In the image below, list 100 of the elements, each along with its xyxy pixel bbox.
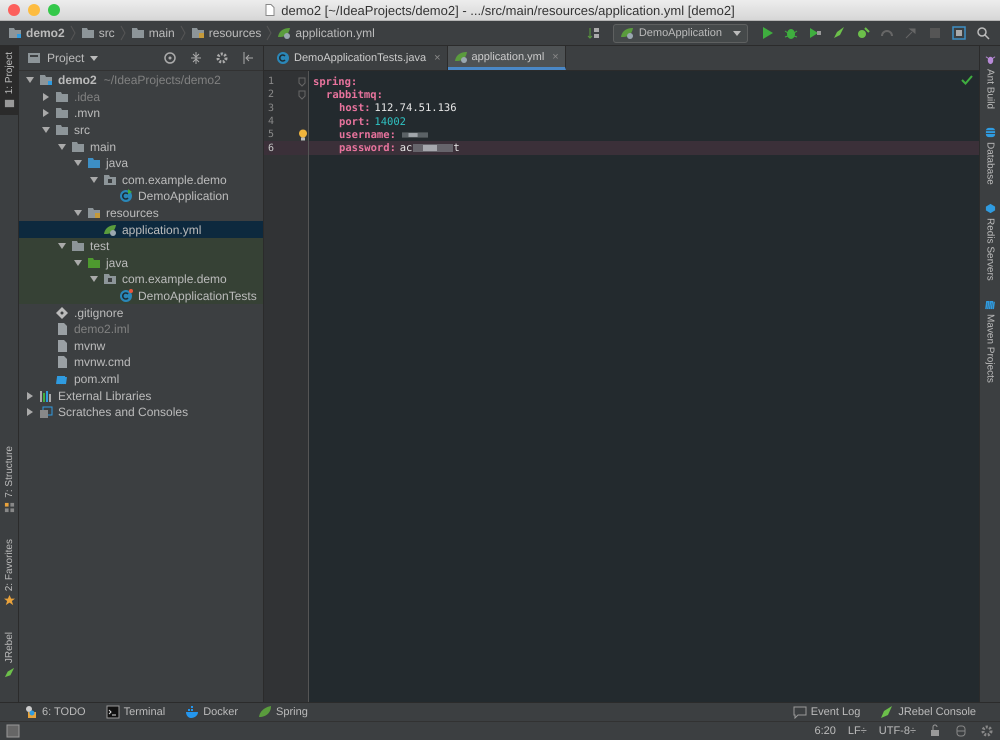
run-icon[interactable]: [760, 26, 774, 40]
speech-bubble-icon: [792, 705, 807, 719]
tree-item[interactable]: .gitignore: [19, 304, 263, 321]
folder-icon: [87, 256, 101, 270]
tree-item[interactable]: com.example.demo: [19, 172, 263, 188]
tree-item[interactable]: resources: [19, 204, 263, 222]
tree-item[interactable]: demo2 ~/IdeaProjects/demo2: [19, 72, 263, 89]
tree-item[interactable]: main: [19, 138, 263, 155]
tree-item[interactable]: test: [19, 238, 263, 255]
target-icon[interactable]: [163, 51, 177, 65]
close-tab-button[interactable]: ×: [434, 52, 441, 64]
expand-arrow-icon[interactable]: [25, 407, 35, 418]
tree-item[interactable]: Scratches and Consoles: [19, 404, 263, 420]
tool-window-tab[interactable]: Database: [984, 127, 996, 185]
tool-window-tab[interactable]: 7: Structure: [0, 440, 18, 519]
code-line: rabbitmq:: [326, 88, 383, 101]
cube-icon: [984, 202, 996, 214]
tree-item[interactable]: mvnw.cmd: [19, 354, 263, 371]
settings-icon[interactable]: [215, 51, 229, 65]
tool-window-button[interactable]: Event Log: [792, 705, 860, 719]
chevron-icon: [180, 25, 186, 41]
lock-icon[interactable]: [928, 724, 942, 738]
expand-arrow-icon[interactable]: [41, 125, 51, 136]
code-line: spring:: [313, 76, 358, 88]
git-icon: [55, 306, 69, 320]
tree-item[interactable]: src: [19, 122, 263, 138]
coverage-icon[interactable]: [808, 26, 822, 40]
bug-icon[interactable]: [784, 26, 798, 40]
editor-tab[interactable]: DemoApplicationTests.java ×: [270, 46, 448, 70]
leaf-gear-icon: [454, 50, 468, 64]
project-structure-icon[interactable]: [952, 26, 966, 40]
code-line: port: 14002: [339, 116, 406, 128]
tree-item[interactable]: .mvn: [19, 105, 263, 122]
tool-window-button[interactable]: Docker: [185, 705, 238, 719]
close-button[interactable]: [8, 4, 20, 16]
line-number: 3: [268, 102, 274, 114]
inspector-icon[interactable]: [954, 724, 968, 738]
caret-position[interactable]: 6:20: [814, 725, 836, 737]
bug-icon[interactable]: [856, 26, 870, 40]
expand-arrow-icon[interactable]: [41, 108, 51, 118]
folder-icon: [55, 90, 69, 104]
tree-item[interactable]: pom.xml: [19, 370, 263, 388]
class-icon: [119, 189, 133, 204]
line-separator[interactable]: LF÷: [848, 725, 867, 737]
line-number: 2: [268, 89, 274, 100]
tool-windows-icon[interactable]: [6, 724, 20, 738]
editor-tab[interactable]: application.yml ×: [448, 46, 566, 70]
expand-arrow-icon[interactable]: [73, 158, 83, 168]
tool-window-button[interactable]: 6: TODO: [24, 705, 86, 719]
breadcrumb[interactable]: demo2: [8, 26, 65, 40]
file-encoding[interactable]: UTF-8÷: [878, 725, 916, 737]
breadcrumb[interactable]: application.yml: [277, 26, 375, 40]
line-number: 4: [268, 116, 274, 128]
breadcrumb[interactable]: resources: [190, 26, 262, 40]
expand-arrow-icon[interactable]: [41, 92, 51, 102]
expand-arrow-icon[interactable]: [73, 258, 83, 268]
class-icon: [276, 51, 290, 65]
tool-window-tab[interactable]: Maven Projects: [984, 298, 996, 383]
expand-arrow-icon[interactable]: [25, 75, 35, 86]
tree-item[interactable]: com.example.demo: [19, 271, 263, 288]
view-dropdown[interactable]: Project: [45, 51, 100, 65]
tree-item[interactable]: DemoApplicationTests: [19, 288, 263, 304]
redaction-mark: [402, 130, 428, 140]
expand-arrow-icon[interactable]: [73, 208, 83, 218]
lightbulb-icon[interactable]: [298, 129, 308, 142]
tool-window-button[interactable]: JRebel Console: [880, 705, 976, 719]
folder-icon: [103, 172, 117, 187]
settings-icon[interactable]: [980, 724, 994, 738]
tool-window-button[interactable]: Spring: [258, 705, 308, 719]
tool-window-tab[interactable]: JRebel: [0, 626, 18, 684]
breadcrumb[interactable]: main: [130, 26, 175, 40]
expand-arrow-icon[interactable]: [25, 390, 35, 401]
expand-arrow-icon[interactable]: [89, 174, 99, 185]
expand-arrow-icon[interactable]: [57, 241, 67, 252]
code-line: host: 112.74.51.136: [339, 102, 457, 114]
tool-window-tab[interactable]: 1: Project: [0, 46, 18, 116]
tree-item[interactable]: java: [19, 154, 263, 172]
run-configuration-dropdown[interactable]: DemoApplication: [612, 24, 748, 42]
sort-icon[interactable]: [586, 26, 601, 40]
breadcrumb[interactable]: src: [80, 26, 115, 40]
line-number: 6: [268, 142, 274, 154]
collapse-icon[interactable]: [189, 51, 203, 65]
expand-arrow-icon[interactable]: [57, 142, 67, 152]
terminal-icon: [106, 705, 120, 719]
tree-item[interactable]: External Libraries: [19, 387, 263, 404]
tool-window-tab[interactable]: 2: Favorites: [0, 532, 18, 612]
database-icon: [984, 127, 996, 138]
tree-item[interactable]: java: [19, 254, 263, 272]
folder-icon: [87, 206, 101, 220]
folder-icon: [80, 26, 95, 40]
chevron-icon: [266, 25, 272, 41]
search-icon[interactable]: [976, 26, 990, 40]
hide-icon[interactable]: [241, 51, 255, 65]
tree-item[interactable]: DemoApplication: [19, 188, 263, 205]
tool-window-button[interactable]: Terminal: [106, 705, 166, 719]
tool-window-tab[interactable]: Ant Build: [984, 54, 996, 110]
tree-item[interactable]: mvnw: [19, 338, 263, 354]
tree-item[interactable]: application.yml: [19, 221, 263, 238]
tool-window-tab[interactable]: Redis Servers: [984, 202, 996, 281]
expand-arrow-icon[interactable]: [89, 274, 99, 284]
